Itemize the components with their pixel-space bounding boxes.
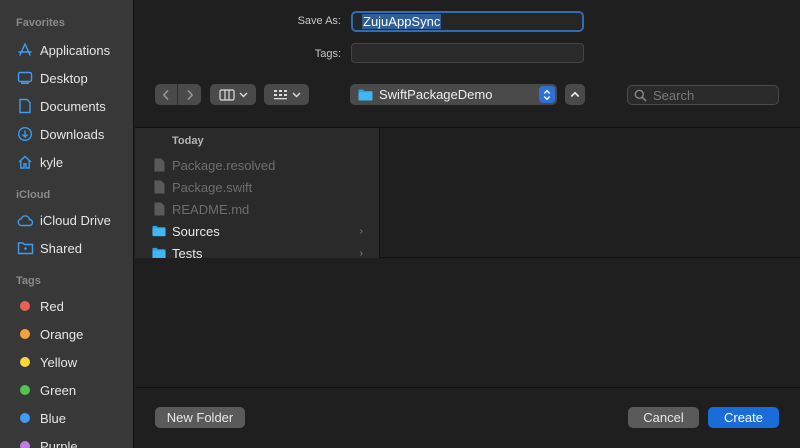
sidebar-item-label: Green: [40, 382, 77, 398]
tag-dot-icon: [16, 381, 34, 399]
save-as-field[interactable]: ZujuAppSync: [351, 11, 584, 32]
file-icon: [152, 179, 166, 195]
sidebar-item-label: Downloads: [40, 126, 105, 142]
icloud-header: iCloud: [16, 189, 51, 201]
save-as-label: Save As:: [297, 15, 341, 27]
folder-icon: [152, 223, 166, 239]
sidebar-item-documents[interactable]: Documents: [0, 92, 133, 120]
file-row-sources[interactable]: Sources ›: [135, 220, 379, 242]
file-name: Tests: [172, 245, 203, 259]
tag-dot-icon: [16, 353, 34, 371]
sidebar-item-tag-blue[interactable]: Blue: [0, 404, 133, 432]
chevron-right-icon: [186, 89, 193, 100]
sidebar-item-label: kyle: [40, 154, 64, 170]
sidebar-item-downloads[interactable]: Downloads: [0, 120, 133, 148]
sidebar-item-desktop[interactable]: Desktop: [0, 64, 133, 92]
desktop-icon: [16, 69, 34, 87]
sidebar-item-home[interactable]: kyle: [0, 148, 133, 176]
file-row-readme[interactable]: README.md: [135, 198, 379, 220]
file-row-package-resolved[interactable]: Package.resolved: [135, 154, 379, 176]
home-icon: [16, 153, 34, 171]
tags-label: Tags:: [314, 48, 341, 60]
sidebar-item-label: Orange: [40, 326, 84, 342]
shared-folder-icon: [16, 239, 34, 257]
sidebar: Favorites Applications Desktop Documents…: [0, 0, 134, 448]
chevron-left-icon: [162, 89, 169, 100]
tags-field[interactable]: [351, 43, 584, 63]
sidebar-item-label: iCloud Drive: [40, 212, 111, 228]
footer-divider: [135, 387, 800, 388]
save-panel: Save As: ZujuAppSync Tags: SwiftPackageD…: [135, 0, 800, 448]
sidebar-item-label: Red: [40, 298, 64, 314]
sidebar-item-label: Desktop: [40, 70, 88, 86]
file-row-package-swift[interactable]: Package.swift: [135, 176, 379, 198]
disclosure-arrow-icon: ›: [359, 225, 363, 237]
search-icon: [634, 89, 647, 102]
sidebar-item-icloud-drive[interactable]: iCloud Drive: [0, 206, 133, 234]
group-grid-icon: [273, 89, 287, 99]
sidebar-item-tag-yellow[interactable]: Yellow: [0, 348, 133, 376]
updown-chevron-icon: [539, 86, 555, 103]
tag-dot-icon: [16, 297, 34, 315]
sidebar-item-label: Documents: [40, 98, 106, 114]
sidebar-item-tag-orange[interactable]: Orange: [0, 320, 133, 348]
sidebar-item-tag-red[interactable]: Red: [0, 292, 133, 320]
folder-icon: [152, 245, 166, 258]
tag-dot-icon: [16, 325, 34, 343]
sidebar-item-label: Applications: [40, 42, 111, 58]
tag-dot-icon: [16, 409, 34, 427]
file-icon: [152, 201, 166, 217]
chevron-up-icon: [570, 91, 580, 98]
location-label: SwiftPackageDemo: [379, 87, 493, 102]
view-mode-button[interactable]: [210, 84, 256, 105]
disclosure-arrow-icon: ›: [359, 247, 363, 259]
back-button[interactable]: [155, 84, 178, 105]
tags-header: Tags: [16, 275, 41, 287]
tag-dot-icon: [16, 437, 34, 448]
file-name: README.md: [172, 201, 250, 217]
favorites-header: Favorites: [16, 17, 65, 29]
file-browser: Today Package.resolved Package.swift REA…: [135, 127, 800, 258]
applications-icon: [16, 41, 34, 59]
sidebar-item-label: Blue: [40, 410, 67, 426]
search-input[interactable]: [653, 87, 763, 103]
new-folder-button[interactable]: New Folder: [155, 407, 245, 428]
chevron-down-icon: [292, 92, 300, 97]
document-icon: [16, 97, 34, 115]
save-as-value: ZujuAppSync: [362, 14, 442, 29]
create-button[interactable]: Create: [708, 407, 779, 428]
columns-view-icon: [218, 88, 235, 101]
cancel-button[interactable]: Cancel: [628, 407, 699, 428]
location-popup[interactable]: SwiftPackageDemo: [350, 84, 557, 105]
sidebar-item-label: Yellow: [40, 354, 78, 370]
collapse-button[interactable]: [565, 84, 585, 105]
search-field[interactable]: [627, 85, 779, 105]
sidebar-item-label: Shared: [40, 240, 82, 256]
file-row-tests[interactable]: Tests ›: [135, 242, 379, 258]
chevron-down-icon: [239, 92, 247, 97]
cloud-icon: [16, 211, 34, 229]
section-header-today: Today: [172, 135, 204, 147]
sidebar-item-label: Purple: [40, 438, 78, 448]
sidebar-item-shared[interactable]: Shared: [0, 234, 133, 262]
browser-column: Today Package.resolved Package.swift REA…: [135, 128, 380, 258]
file-name: Sources: [172, 223, 220, 239]
nav-back-forward: [155, 84, 201, 105]
sidebar-item-tag-green[interactable]: Green: [0, 376, 133, 404]
file-name: Package.resolved: [172, 157, 276, 173]
downloads-icon: [16, 125, 34, 143]
folder-icon: [358, 89, 373, 100]
sidebar-item-tag-purple[interactable]: Purple: [0, 432, 133, 448]
file-name: Package.swift: [172, 179, 253, 195]
file-icon: [152, 157, 166, 173]
forward-button[interactable]: [178, 84, 201, 105]
group-button[interactable]: [264, 84, 309, 105]
sidebar-item-applications[interactable]: Applications: [0, 36, 133, 64]
